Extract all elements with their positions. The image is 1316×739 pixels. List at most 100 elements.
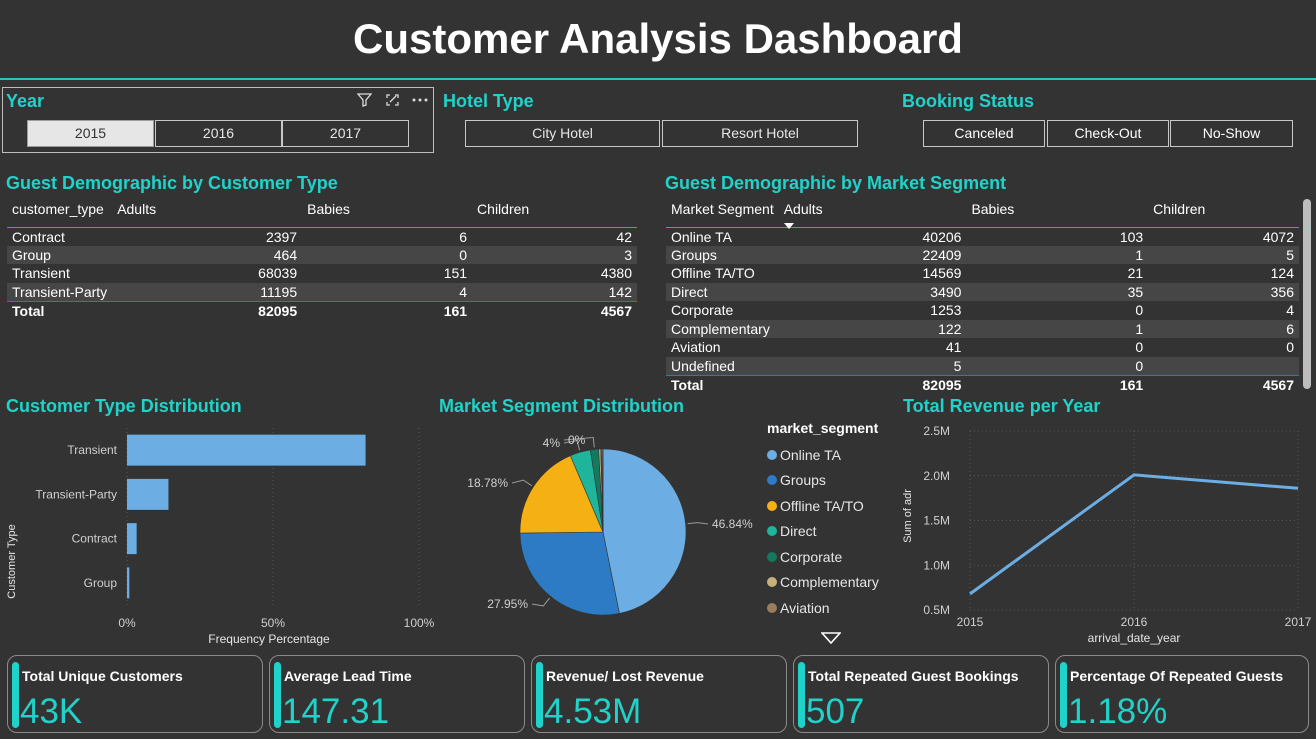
visual-header bbox=[355, 92, 429, 108]
table-cell: Total bbox=[7, 300, 113, 320]
more-options-icon[interactable] bbox=[411, 92, 429, 108]
kpi-card-unique-customers: Total Unique Customers 43K bbox=[7, 655, 263, 733]
bar bbox=[127, 478, 169, 510]
column-header[interactable]: Babies bbox=[302, 197, 473, 228]
table-cell: Aviation bbox=[671, 339, 721, 356]
y-tick-label: Transient bbox=[67, 443, 117, 457]
kpi-card-repeated-percentage: Percentage Of Repeated Guests 1.18% bbox=[1055, 655, 1309, 733]
table-cell: 103 bbox=[1119, 228, 1144, 245]
legend-item[interactable]: Aviation bbox=[767, 595, 879, 621]
customer-type-bar-chart: 0% 50% 100% Transient Transient-Party Contrac… bbox=[6, 428, 435, 646]
page-title: Customer Analysis Dashboard bbox=[0, 0, 1316, 80]
legend-label: Direct bbox=[780, 523, 817, 540]
column-header[interactable]: Market Segment bbox=[666, 197, 779, 228]
y-axis-title: Customer Type bbox=[6, 524, 18, 598]
y-tick-label: 2.5M bbox=[923, 424, 950, 438]
year-option-2016[interactable]: 2016 bbox=[155, 120, 282, 147]
table-cell: 3490 bbox=[778, 282, 967, 301]
data-label: 46.84% bbox=[712, 517, 753, 531]
column-header[interactable]: Children bbox=[472, 197, 637, 228]
y-tick-label: Contract bbox=[72, 532, 118, 546]
table-cell: Online TA bbox=[671, 228, 732, 245]
data-label: 4% bbox=[543, 436, 561, 450]
table-total-row: Total 82095 161 4567 bbox=[666, 374, 1299, 394]
table-cell: 0 bbox=[302, 245, 473, 264]
y-tick-label: 0.5M bbox=[923, 603, 950, 617]
table-cell: Offline TA/TO bbox=[671, 265, 755, 282]
table-cell: 5 bbox=[1148, 245, 1299, 264]
data-label: 27.95% bbox=[487, 597, 528, 611]
table-row: Undefined 5 0 bbox=[666, 356, 1299, 375]
legend-marker bbox=[767, 577, 777, 588]
column-header[interactable]: Adults bbox=[778, 197, 967, 229]
card-accent bbox=[798, 662, 805, 728]
table-cell: 4380 bbox=[600, 265, 632, 282]
legend-scroll-down-icon[interactable] bbox=[820, 631, 842, 649]
table-cell: 1253 bbox=[930, 302, 962, 319]
legend-item[interactable]: Offline TA/TO bbox=[767, 493, 879, 519]
kpi-card-revenue: Revenue/ Lost Revenue 4.53M bbox=[531, 655, 787, 733]
column-header[interactable]: Babies bbox=[966, 197, 1149, 228]
column-header[interactable]: Adults bbox=[112, 197, 303, 228]
customer-table-title: Guest Demographic by Customer Type bbox=[6, 173, 338, 193]
table-scrollbar[interactable] bbox=[1303, 199, 1311, 389]
table-cell: 464 bbox=[112, 245, 303, 264]
x-tick-label: 0% bbox=[118, 616, 136, 630]
table-cell: 6 bbox=[1148, 319, 1299, 338]
column-header[interactable]: Children bbox=[1148, 197, 1299, 228]
data-label: 18.78% bbox=[467, 476, 508, 490]
status-option-no-show[interactable]: No-Show bbox=[1170, 120, 1293, 147]
table-header-row: Market Segment Adults Babies Children bbox=[666, 197, 1299, 229]
table-row: Transient-Party 11195 4 142 bbox=[7, 282, 637, 301]
table-cell: 41 bbox=[945, 339, 962, 356]
table-cell: 2397 bbox=[265, 228, 298, 245]
year-option-2015[interactable]: 2015 bbox=[27, 120, 154, 147]
hotel-option-city[interactable]: City Hotel bbox=[465, 120, 660, 147]
card-title: Percentage Of Repeated Guests bbox=[1070, 668, 1284, 684]
table-cell: 6 bbox=[459, 228, 468, 245]
legend-item[interactable]: Corporate bbox=[767, 544, 879, 570]
y-tick-label: Transient-Party bbox=[35, 487, 117, 501]
table-cell: Undefined bbox=[666, 356, 779, 375]
table-total-row: Total 82095 161 4567 bbox=[7, 300, 637, 320]
filter-icon[interactable] bbox=[355, 92, 373, 108]
x-axis-title: arrival_date_year bbox=[1088, 631, 1181, 645]
y-tick-label: 1.0M bbox=[923, 558, 950, 572]
table-cell: 0 bbox=[1135, 302, 1144, 319]
legend-item[interactable]: Direct bbox=[767, 519, 879, 545]
kpi-card-lead-time: Average Lead Time 147.31 bbox=[269, 655, 525, 733]
column-header-label: Adults bbox=[783, 201, 823, 217]
legend-item[interactable]: Complementary bbox=[767, 570, 879, 596]
table-cell: 4072 bbox=[1262, 228, 1294, 245]
year-option-2017[interactable]: 2017 bbox=[282, 120, 409, 147]
y-axis-title: Sum of adr bbox=[902, 489, 914, 543]
table-cell: 142 bbox=[472, 282, 637, 301]
status-option-canceled[interactable]: Canceled bbox=[923, 120, 1045, 147]
y-tick-label: Group bbox=[84, 576, 118, 590]
table-cell: 5 bbox=[778, 356, 967, 375]
hotel-option-resort[interactable]: Resort Hotel bbox=[662, 120, 858, 147]
card-title: Average Lead Time bbox=[284, 668, 412, 684]
table-cell: 82095 bbox=[112, 300, 303, 320]
table-cell: 4 bbox=[302, 282, 473, 301]
x-tick-label: 2017 bbox=[1285, 615, 1312, 629]
customer-dist-title: Customer Type Distribution bbox=[6, 396, 242, 416]
table-row: Offline TA/TO 14569 21 124 bbox=[666, 264, 1299, 283]
legend-item[interactable]: Online TA bbox=[767, 442, 879, 468]
legend-title: market_segment bbox=[767, 420, 879, 436]
card-title: Total Repeated Guest Bookings bbox=[808, 668, 1019, 684]
column-header[interactable]: customer_type bbox=[7, 197, 113, 228]
table-cell: 4567 bbox=[1148, 374, 1299, 394]
market-segment-pie-chart: 46.84% 27.95% 18.78% 4% 0% bbox=[467, 433, 753, 616]
data-label: 0% bbox=[568, 433, 586, 447]
status-option-check-out[interactable]: Check-Out bbox=[1047, 120, 1169, 147]
table-row: Transient 68039 151 4380 bbox=[7, 264, 637, 283]
table-row: Contract 2397 6 42 bbox=[7, 227, 637, 246]
table-cell: Transient bbox=[12, 265, 70, 282]
legend-item[interactable]: Groups bbox=[767, 468, 879, 494]
focus-mode-icon[interactable] bbox=[383, 92, 401, 108]
table-row: Aviation 41 0 0 bbox=[666, 338, 1299, 357]
table-cell: 0 bbox=[1135, 339, 1144, 356]
y-tick-label: 1.5M bbox=[923, 514, 950, 528]
card-value: 147.31 bbox=[282, 692, 390, 731]
